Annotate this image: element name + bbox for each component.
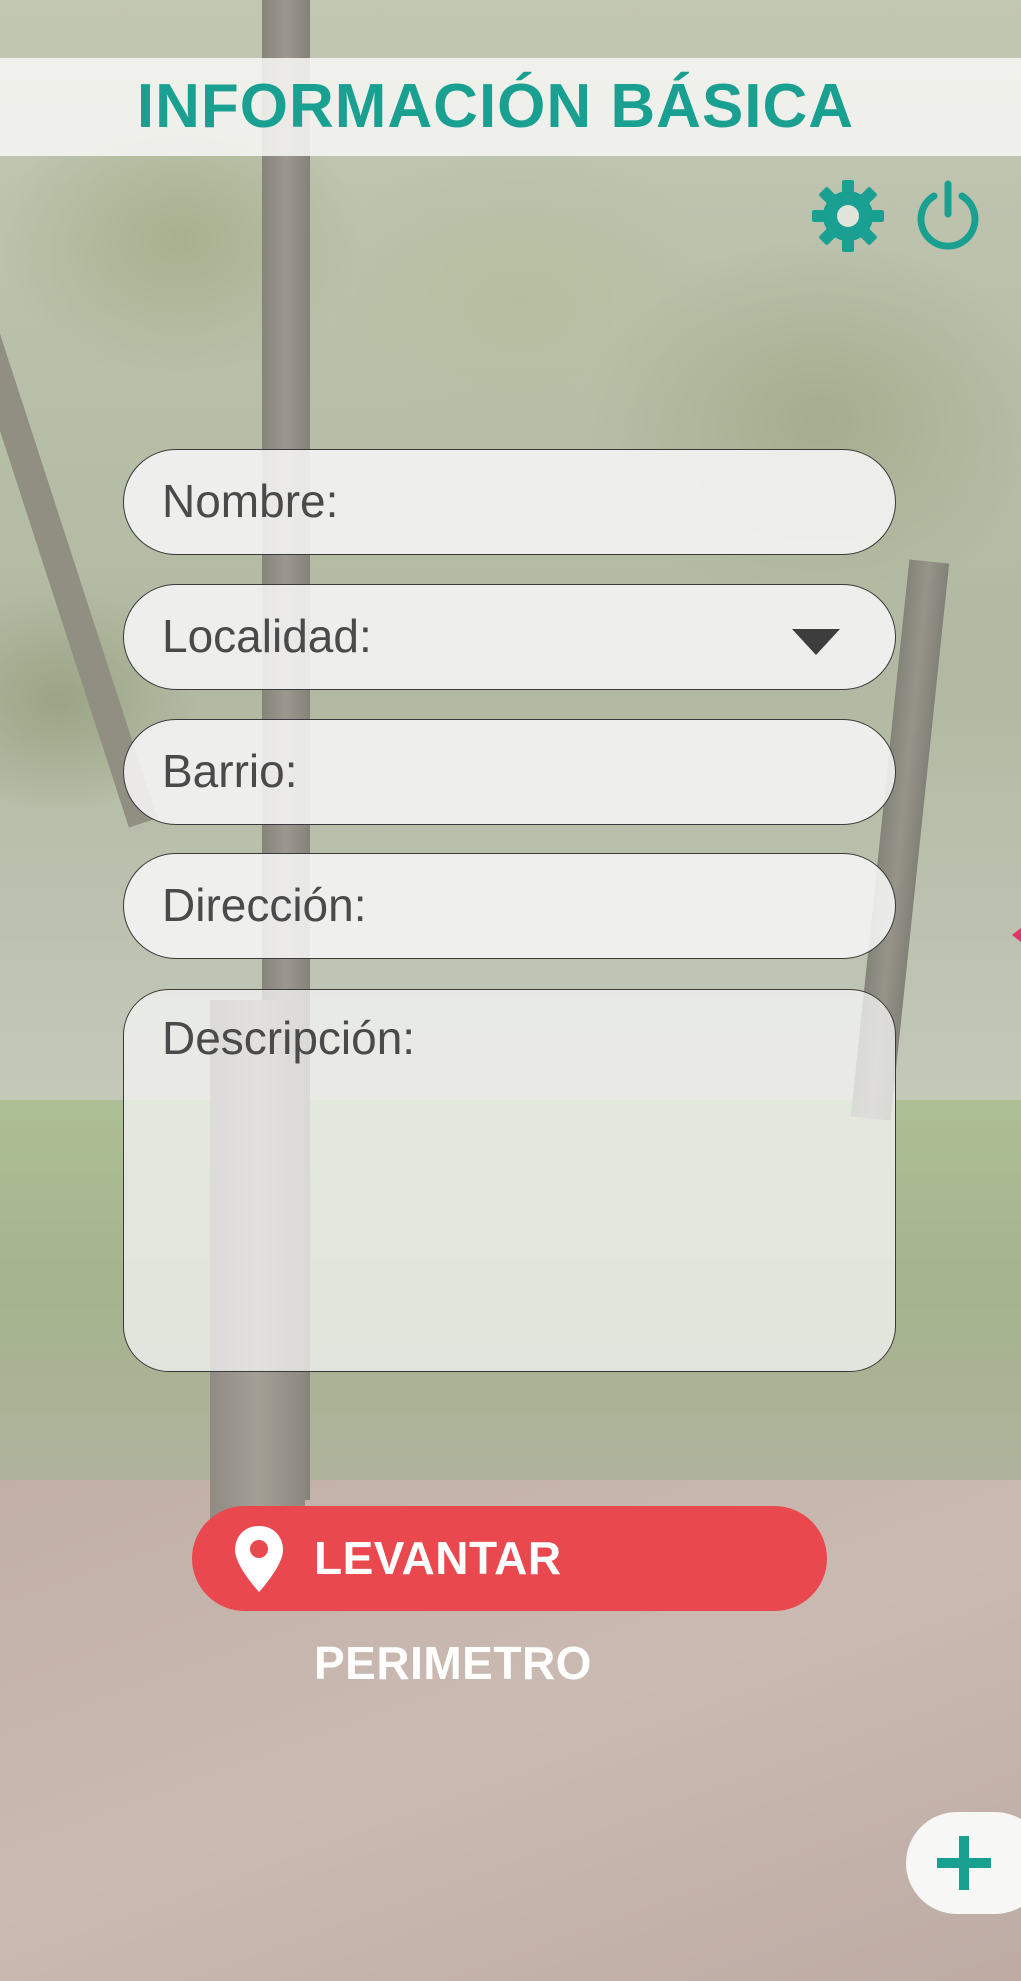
direccion-field[interactable]: Dirección: xyxy=(123,853,896,959)
add-button[interactable] xyxy=(906,1812,1021,1914)
power-icon[interactable] xyxy=(910,178,986,254)
cta-label: LEVANTAR PERIMETRO xyxy=(314,1532,592,1689)
nombre-field[interactable]: Nombre: xyxy=(123,449,896,555)
localidad-label: Localidad: xyxy=(162,610,372,662)
levantar-perimetro-button[interactable]: LEVANTAR PERIMETRO xyxy=(192,1506,827,1689)
nombre-label: Nombre: xyxy=(162,475,339,527)
chevron-down-icon xyxy=(792,629,840,655)
page-title: INFORMACIÓN BÁSICA xyxy=(136,72,855,141)
direccion-label: Dirección: xyxy=(162,879,367,931)
header-bar: INFORMACIÓN BÁSICA xyxy=(0,58,1021,156)
barrio-field[interactable]: Barrio: xyxy=(123,719,896,825)
barrio-label: Barrio: xyxy=(162,745,298,797)
descripcion-label: Descripción: xyxy=(162,1012,416,1064)
gear-icon[interactable] xyxy=(810,178,886,254)
map-pin-icon xyxy=(235,1526,283,1592)
plus-icon xyxy=(937,1836,991,1890)
side-drawer-handle[interactable] xyxy=(1012,928,1021,942)
descripcion-textarea[interactable]: Descripción: xyxy=(123,989,896,1372)
localidad-select[interactable]: Localidad: xyxy=(123,584,896,690)
